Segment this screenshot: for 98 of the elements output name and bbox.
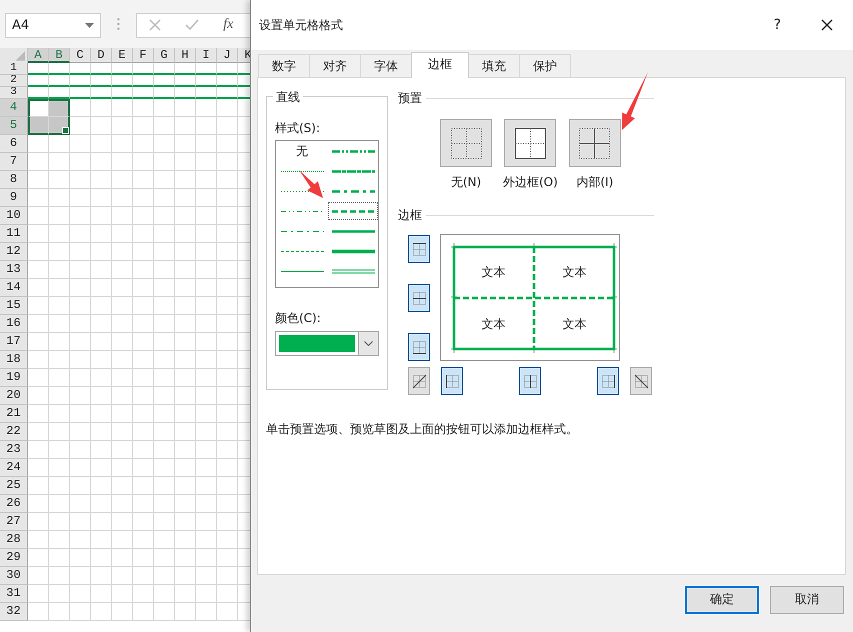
row-header[interactable]: 23 <box>0 441 28 459</box>
border-line-icon <box>522 374 538 388</box>
row-header[interactable]: 11 <box>0 225 28 243</box>
shaded-cell[interactable] <box>49 117 70 135</box>
hint-text: 单击预置选项、预览草图及上面的按钮可以添加边框样式。 <box>266 421 579 438</box>
row-header[interactable]: 12 <box>0 243 28 261</box>
border-line-icon <box>634 374 648 388</box>
preview-text: 文本 <box>562 316 586 332</box>
section-title: 预置 <box>398 90 422 107</box>
chevron-down-icon[interactable] <box>364 341 373 346</box>
row-header[interactable]: 21 <box>0 405 28 423</box>
column-header[interactable]: G <box>154 48 175 63</box>
preview-text: 文本 <box>562 264 586 280</box>
field-label: 颜色(C): <box>275 310 322 327</box>
border-line-icon <box>600 374 616 388</box>
field-label: 样式(S): <box>275 120 322 137</box>
arrow-overlay <box>297 168 325 200</box>
border-line-icon <box>444 374 460 388</box>
help-button[interactable]: ? <box>774 17 781 33</box>
border-line-icon <box>412 290 426 306</box>
select-all-corner[interactable] <box>0 48 28 63</box>
insert-function-button[interactable]: fx <box>223 17 234 33</box>
border-toggle-button[interactable] <box>408 333 430 361</box>
column-header[interactable]: I <box>196 48 217 63</box>
border-toggle-button[interactable] <box>630 367 652 395</box>
row-header[interactable]: 17 <box>0 333 28 351</box>
row-header[interactable]: 25 <box>0 477 28 495</box>
grip-icon <box>117 17 120 31</box>
column-header[interactable]: J <box>217 48 238 63</box>
row-header[interactable]: 24 <box>0 459 28 477</box>
column-header[interactable]: D <box>91 48 112 63</box>
row-header[interactable]: 18 <box>0 351 28 369</box>
row-header[interactable]: 16 <box>0 315 28 333</box>
row-header[interactable]: 15 <box>0 297 28 315</box>
column-header[interactable]: C <box>70 48 91 63</box>
row-header[interactable]: 27 <box>0 513 28 531</box>
column-header[interactable]: H <box>175 48 196 63</box>
preview-text: 文本 <box>482 316 506 332</box>
row-header[interactable]: 8 <box>0 171 28 189</box>
border-toggle-button[interactable] <box>408 284 430 312</box>
check-icon[interactable] <box>185 19 200 31</box>
section-title: 边框 <box>398 207 422 224</box>
row-header[interactable]: 31 <box>0 585 28 603</box>
row-header[interactable]: 30 <box>0 567 28 585</box>
ok-button[interactable]: 确定 <box>685 586 759 614</box>
row-header[interactable]: 13 <box>0 261 28 279</box>
column-header[interactable]: B <box>49 48 70 63</box>
row-header[interactable]: 14 <box>0 279 28 297</box>
row-header[interactable]: 10 <box>0 207 28 225</box>
column-header[interactable]: E <box>112 48 133 63</box>
row-header[interactable]: 19 <box>0 369 28 387</box>
border-toggle-button[interactable] <box>441 367 463 395</box>
shaded-cell[interactable] <box>49 99 70 117</box>
border-toggle-button[interactable] <box>519 367 541 395</box>
preset-button[interactable] <box>504 119 556 167</box>
close-icon[interactable] <box>821 19 833 31</box>
border-toggle-button[interactable] <box>597 367 619 395</box>
row-header[interactable]: 22 <box>0 423 28 441</box>
row-header[interactable]: 1 <box>0 63 28 75</box>
column-header[interactable]: A <box>28 48 49 63</box>
preset-label: 内部(I) <box>576 174 614 191</box>
preset-label: 无(N) <box>450 174 482 191</box>
tab[interactable]: 数字 <box>258 54 310 77</box>
row-header[interactable]: 28 <box>0 531 28 549</box>
row-header[interactable]: 29 <box>0 549 28 567</box>
border-line-icon <box>412 340 426 354</box>
border-toggle-button[interactable] <box>408 367 430 395</box>
row-header[interactable]: 7 <box>0 153 28 171</box>
row-header[interactable]: 32 <box>0 603 28 621</box>
color-dropdown[interactable] <box>275 331 379 356</box>
preset-button[interactable] <box>568 119 621 167</box>
preset-label: 外边框(O) <box>503 174 558 191</box>
cancel-button[interactable]: 取消 <box>770 586 844 614</box>
row-header[interactable]: 20 <box>0 387 28 405</box>
window-title: 设置单元格格式 <box>259 16 344 34</box>
row-header[interactable]: 2 <box>0 75 28 87</box>
border-preview[interactable]: 文本 文本 文本 文本 <box>440 234 620 361</box>
line-sample <box>330 266 376 276</box>
cancel-icon[interactable] <box>149 19 162 31</box>
row-header[interactable]: 26 <box>0 495 28 513</box>
dropdown-caret-icon <box>85 22 94 28</box>
border-line-icon <box>412 242 426 256</box>
row-header[interactable]: 4 <box>0 99 28 117</box>
row-header[interactable]: 5 <box>0 117 28 135</box>
name-box[interactable]: A4 <box>5 12 102 38</box>
border-line-icon <box>412 374 426 388</box>
preview-text: 文本 <box>482 264 506 280</box>
border-toggle-button[interactable] <box>408 235 430 263</box>
fill-handle[interactable] <box>62 127 69 134</box>
row-header[interactable]: 9 <box>0 189 28 207</box>
line-style-option[interactable] <box>328 202 378 220</box>
row-header[interactable]: 3 <box>0 87 28 99</box>
row-header[interactable]: 6 <box>0 135 28 153</box>
tab[interactable]: 保护 <box>519 54 571 77</box>
line-style-option[interactable]: 无 <box>277 142 327 160</box>
column-header[interactable]: F <box>133 48 154 63</box>
tab[interactable]: 边框 <box>411 52 469 78</box>
preset-button[interactable] <box>440 119 492 167</box>
